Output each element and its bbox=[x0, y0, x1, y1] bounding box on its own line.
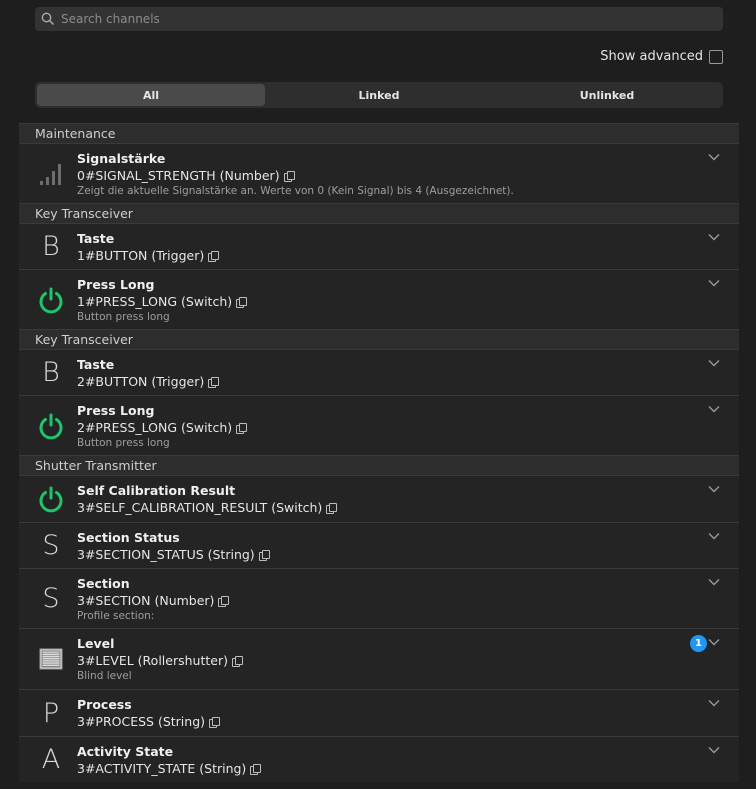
letter-b-icon-glyph: B bbox=[42, 357, 60, 388]
chevron-down-icon[interactable] bbox=[707, 743, 721, 757]
copy-icon[interactable] bbox=[326, 502, 338, 514]
channel-title: Taste bbox=[77, 357, 115, 372]
channel-title: Self Calibration Result bbox=[77, 483, 236, 498]
chevron-down-icon[interactable] bbox=[707, 276, 721, 290]
chevron-down-icon[interactable] bbox=[707, 482, 721, 496]
copy-icon[interactable] bbox=[218, 595, 230, 607]
channel-title: Section Status bbox=[77, 530, 180, 545]
power-icon bbox=[37, 476, 65, 522]
power-icon bbox=[37, 396, 65, 455]
channel-title: Process bbox=[77, 697, 132, 712]
channel-id: 3#LEVEL (Rollershutter) bbox=[77, 653, 228, 668]
channel-id: 3#ACTIVITY_STATE (String) bbox=[77, 761, 247, 776]
channel-id: 3#SELF_CALIBRATION_RESULT (Switch) bbox=[77, 500, 323, 515]
search-icon bbox=[41, 12, 54, 25]
group-header: Key Transceiver bbox=[19, 329, 739, 349]
copy-icon[interactable] bbox=[208, 376, 220, 388]
show-advanced-checkbox[interactable] bbox=[709, 49, 723, 64]
channel-id: 1#PRESS_LONG (Switch) bbox=[77, 294, 233, 309]
channel-id: 3#SECTION_STATUS (String) bbox=[77, 547, 255, 562]
chevron-down-icon[interactable] bbox=[707, 635, 721, 649]
letter-b-icon: B bbox=[37, 350, 65, 395]
chevron-down-icon[interactable] bbox=[707, 575, 721, 589]
rollershutter-icon bbox=[37, 629, 65, 689]
channel-row[interactable]: Press Long 2#PRESS_LONG (Switch) Button pr… bbox=[19, 395, 739, 455]
show-advanced-toggle[interactable]: Show advanced bbox=[600, 49, 723, 64]
signal-strength-icon bbox=[37, 144, 65, 203]
channel-id: 1#BUTTON (Trigger) bbox=[77, 248, 205, 263]
search-bar[interactable] bbox=[35, 7, 723, 31]
channel-description: Profile section: bbox=[77, 610, 155, 622]
channel-row[interactable]: A Activity State 3#ACTIVITY_STATE (String) bbox=[19, 736, 739, 782]
copy-icon[interactable] bbox=[250, 763, 262, 775]
channel-row[interactable]: B Taste 2#BUTTON (Trigger) bbox=[19, 349, 739, 395]
channel-row[interactable]: Level 3#LEVEL (Rollershutter) Blind level 1 bbox=[19, 628, 739, 689]
chevron-down-icon[interactable] bbox=[707, 529, 721, 543]
copy-icon[interactable] bbox=[231, 655, 243, 667]
letter-b-icon-glyph: B bbox=[42, 231, 60, 262]
filter-segmented-control: All Linked Unlinked bbox=[35, 82, 723, 108]
copy-icon[interactable] bbox=[258, 549, 270, 561]
channel-row[interactable]: Press Long 1#PRESS_LONG (Switch) Button pr… bbox=[19, 269, 739, 329]
letter-b-icon: B bbox=[37, 224, 65, 269]
group-header: Key Transceiver bbox=[19, 203, 739, 223]
channel-title: Activity State bbox=[77, 744, 174, 759]
copy-icon[interactable] bbox=[236, 422, 248, 434]
link-count-badge: 1 bbox=[690, 635, 707, 652]
copy-icon[interactable] bbox=[283, 170, 295, 182]
letter-p-icon-glyph: P bbox=[42, 697, 60, 729]
letter-s-icon: S bbox=[37, 523, 65, 568]
channel-list: Maintenance Signalstärke 0#SIGNAL_STRENGTH… bbox=[19, 123, 739, 782]
channel-row[interactable]: Signalstärke 0#SIGNAL_STRENGTH (Number) Ze… bbox=[19, 143, 739, 203]
channel-title: Press Long bbox=[77, 277, 155, 292]
channel-id: 3#PROCESS (String) bbox=[77, 714, 206, 729]
letter-a-icon-glyph: A bbox=[41, 744, 61, 775]
letter-s-icon-glyph: S bbox=[42, 583, 60, 614]
channel-title: Section bbox=[77, 576, 130, 591]
show-advanced-label: Show advanced bbox=[600, 49, 703, 64]
letter-s-icon: S bbox=[37, 569, 65, 628]
group-header: Maintenance bbox=[19, 123, 739, 143]
chevron-down-icon[interactable] bbox=[707, 696, 721, 710]
channel-id: 2#BUTTON (Trigger) bbox=[77, 374, 205, 389]
filter-tab-linked[interactable]: Linked bbox=[265, 84, 493, 106]
filter-tab-all[interactable]: All bbox=[37, 84, 265, 106]
channel-description: Button press long bbox=[77, 437, 170, 449]
channel-title: Press Long bbox=[77, 403, 155, 418]
channel-row[interactable]: S Section Status 3#SECTION_STATUS (String) bbox=[19, 522, 739, 568]
channel-row[interactable]: P Process 3#PROCESS (String) bbox=[19, 689, 739, 736]
letter-a-icon: A bbox=[37, 737, 65, 782]
group-header: Shutter Transmitter bbox=[19, 455, 739, 475]
chevron-down-icon[interactable] bbox=[707, 230, 721, 244]
channel-id: 3#SECTION (Number) bbox=[77, 593, 215, 608]
channel-title: Taste bbox=[77, 231, 115, 246]
channel-title: Signalstärke bbox=[77, 151, 166, 166]
channel-row[interactable]: B Taste 1#BUTTON (Trigger) bbox=[19, 223, 739, 269]
channel-row[interactable]: Self Calibration Result 3#SELF_CALIBRATIO… bbox=[19, 475, 739, 522]
chevron-down-icon[interactable] bbox=[707, 150, 721, 164]
channel-description: Button press long bbox=[77, 311, 170, 323]
chevron-down-icon[interactable] bbox=[707, 402, 721, 416]
letter-p-icon: P bbox=[37, 690, 65, 736]
channel-description: Zeigt die aktuelle Signalstärke an. Wert… bbox=[77, 185, 514, 197]
copy-icon[interactable] bbox=[236, 296, 248, 308]
copy-icon[interactable] bbox=[208, 250, 220, 262]
power-icon bbox=[37, 270, 65, 329]
channel-title: Level bbox=[77, 636, 115, 651]
copy-icon[interactable] bbox=[209, 716, 221, 728]
channel-id: 2#PRESS_LONG (Switch) bbox=[77, 420, 233, 435]
filter-tab-unlinked[interactable]: Unlinked bbox=[493, 84, 721, 106]
chevron-down-icon[interactable] bbox=[707, 356, 721, 370]
search-input[interactable] bbox=[59, 11, 703, 27]
channel-description: Blind level bbox=[77, 670, 132, 682]
channel-row[interactable]: S Section 3#SECTION (Number) Profile sectio… bbox=[19, 568, 739, 628]
letter-s-icon-glyph: S bbox=[42, 530, 60, 561]
channel-id: 0#SIGNAL_STRENGTH (Number) bbox=[77, 168, 280, 183]
